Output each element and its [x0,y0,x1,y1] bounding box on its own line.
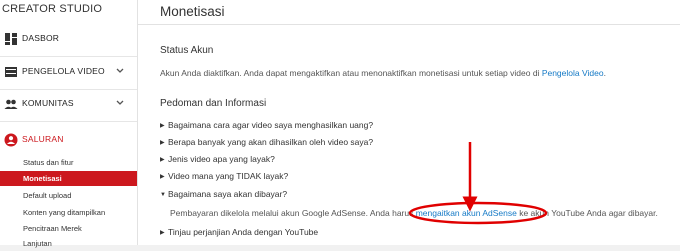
expand-arrow-icon: ▶ [160,174,165,180]
sub-item-monetisasi[interactable]: Monetisasi [0,171,137,186]
channel-icon [4,133,18,147]
divider [0,121,137,122]
faq-label: Jenis video apa yang layak? [168,154,275,164]
sub-item-status[interactable]: Status dan fitur [0,155,137,170]
sidebar-item-label: KOMUNITAS [22,98,74,108]
community-icon [4,99,18,109]
section-heading-status: Status Akun [160,45,214,56]
sidebar-item-pengelola-video[interactable]: PENGELOLA VIDEO [0,60,137,84]
page-title: Monetisasi [160,4,225,19]
sub-item-label: Monetisasi [23,174,62,183]
expand-arrow-icon: ▶ [160,230,165,236]
sidebar-item-label: SALURAN [22,134,64,144]
studio-title: CREATOR STUDIO [2,3,103,15]
answer-prefix: Pembayaran dikelola melalui akun Google … [170,208,416,218]
faq-label: Bagaimana cara agar video saya menghasil… [168,120,374,130]
video-manager-icon [5,67,17,77]
faq-label: Video mana yang TIDAK layak? [168,171,289,181]
sub-item-pencitraan[interactable]: Pencitraan Merek [0,221,137,236]
section-heading-guidelines: Pedoman dan Informasi [160,98,267,109]
faq-item[interactable]: ▶ Video mana yang TIDAK layak? [160,171,288,185]
sub-item-lanjutan[interactable]: Lanjutan [0,236,137,251]
sub-item-label: Konten yang ditampilkan [23,208,106,217]
faq-item[interactable]: ▶ Bagaimana cara agar video saya menghasi… [160,120,373,134]
sub-item-label: Lanjutan [23,239,52,248]
divider [0,56,137,57]
account-status-text: Akun Anda diaktifkan. Anda dapat mengakt… [160,68,606,78]
status-text: Akun Anda diaktifkan. Anda dapat mengakt… [160,68,542,78]
sidebar-item-label: PENGELOLA VIDEO [22,66,105,76]
sub-item-label: Status dan fitur [23,158,74,167]
dashboard-icon [5,33,17,45]
sub-item-label: Pencitraan Merek [23,224,82,233]
sidebar-item-dasbor[interactable]: DASBOR [0,27,137,51]
sidebar: CREATOR STUDIO DASBOR PENGELOLA VIDEO KO [0,0,138,248]
content-panel: Status Akun Akun Anda diaktifkan. Anda d… [138,25,680,245]
sidebar-item-komunitas[interactable]: KOMUNITAS [0,92,137,116]
status-suffix: . [603,68,606,78]
chevron-down-icon[interactable] [115,66,125,76]
sidebar-item-label: DASBOR [22,33,60,43]
page-header: Monetisasi [138,0,680,25]
main-content: Monetisasi Status Akun Akun Anda diaktif… [138,0,680,245]
answer-suffix: ke akun YouTube Anda agar dibayar. [516,208,658,218]
video-manager-link[interactable]: Pengelola Video [542,68,604,78]
faq-answer: Pembayaran dikelola melalui akun Google … [170,208,658,218]
sidebar-item-saluran[interactable]: SALURAN [0,128,137,152]
faq-label: Tinjau perjanjian Anda dengan YouTube [168,227,319,237]
collapse-arrow-icon: ▼ [160,192,166,198]
sub-item-konten[interactable]: Konten yang ditampilkan [0,205,137,220]
divider [0,89,137,90]
faq-item[interactable]: ▶ Jenis video apa yang layak? [160,154,275,168]
sub-item-label: Default upload [23,191,72,200]
faq-item[interactable]: ▶ Tinjau perjanjian Anda dengan YouTube [160,227,318,241]
faq-label: Bagaimana saya akan dibayar? [168,189,288,199]
faq-label: Berapa banyak yang akan dihasilkan oleh … [168,137,374,147]
faq-item-expanded[interactable]: ▼ Bagaimana saya akan dibayar? [160,189,287,203]
sub-item-default-upload[interactable]: Default upload [0,188,137,203]
expand-arrow-icon: ▶ [160,140,165,146]
expand-arrow-icon: ▶ [160,123,165,129]
expand-arrow-icon: ▶ [160,157,165,163]
faq-item[interactable]: ▶ Berapa banyak yang akan dihasilkan oleh… [160,137,373,151]
link-adsense-link[interactable]: mengaitkan akun AdSense [416,208,517,218]
chevron-down-icon[interactable] [115,98,125,108]
